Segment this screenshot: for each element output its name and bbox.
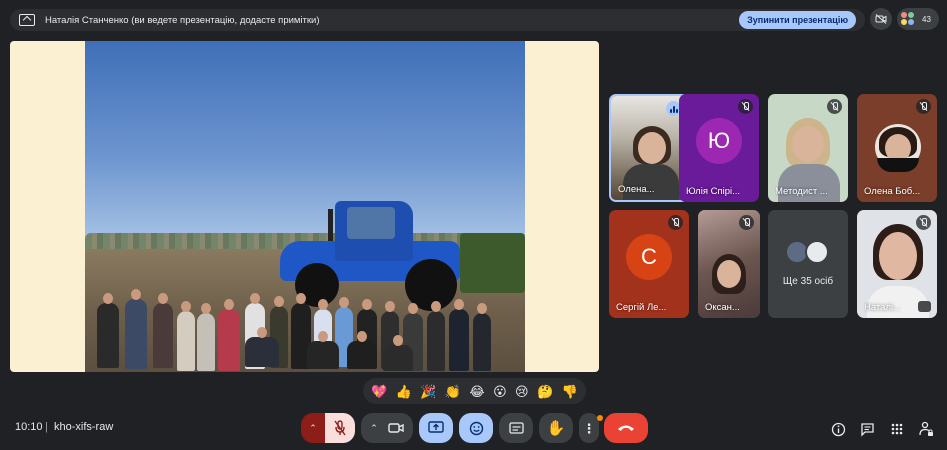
more-options-button[interactable]: ⋮ — [579, 413, 599, 443]
group-of-people — [85, 41, 525, 372]
participant-tile[interactable]: Методист ... — [768, 94, 848, 202]
camera-icon — [388, 423, 404, 433]
reaction-surprised[interactable]: 😮 — [493, 385, 507, 398]
meeting-details-button[interactable] — [829, 420, 847, 438]
participant-tile[interactable]: Оксан... — [698, 210, 760, 318]
present-icon — [19, 14, 35, 26]
meeting-time: 10:10 — [15, 421, 43, 433]
reaction-thinking[interactable]: 🤔 — [537, 385, 553, 398]
presenting-banner-text: Наталія Станченко (ви ведете презентацію… — [45, 14, 320, 26]
meeting-code: kho-xifs-raw — [54, 421, 114, 433]
mic-off-icon — [738, 99, 753, 114]
presentation-stage: ✎ ▲ ⤢ — [10, 41, 599, 372]
reaction-heart[interactable]: 💖 — [371, 385, 387, 398]
camera-off-icon — [870, 8, 892, 30]
present-now-button[interactable] — [419, 413, 453, 443]
participant-name: Наталі... — [864, 302, 902, 313]
captions-icon — [508, 422, 524, 434]
camera-button[interactable]: ⌃ — [361, 413, 413, 443]
raise-hand-icon: ✋ — [546, 419, 566, 437]
more-participants-tile[interactable]: Ще 35 осіб — [768, 210, 848, 318]
reaction-laugh[interactable]: 😂 — [470, 385, 485, 398]
mic-off-icon — [916, 215, 931, 230]
reaction-party[interactable]: 🎉 — [420, 385, 436, 398]
mic-off-icon — [739, 215, 754, 230]
leave-call-button[interactable] — [604, 413, 648, 443]
participants-avatars-icon — [901, 12, 915, 26]
hide-self-view-button[interactable] — [870, 8, 892, 30]
mic-off-icon — [334, 420, 346, 436]
host-controls-button[interactable] — [917, 420, 935, 438]
emoji-icon — [469, 421, 483, 435]
participant-name: Методист ... — [775, 186, 828, 197]
participant-name: Юлія Спірі... — [686, 186, 741, 197]
participant-name: Олена Боб... — [864, 186, 921, 197]
more-vert-icon: ⋮ — [582, 420, 596, 436]
participant-tile[interactable]: Наталі... — [857, 210, 937, 318]
activities-button[interactable] — [888, 420, 906, 438]
stop-presenting-button[interactable]: Зупинити презентацію — [739, 11, 856, 29]
presenting-banner: Наталія Станченко (ви ведете презентацію… — [10, 9, 865, 31]
slide-photo — [85, 41, 525, 372]
end-call-icon — [618, 425, 634, 431]
participant-name: Сергій Ле... — [616, 302, 667, 313]
captions-button[interactable] — [499, 413, 533, 443]
avatar: Ю — [696, 118, 742, 164]
host-controls-icon — [918, 421, 933, 436]
participant-tile[interactable]: Ю Юлія Спірі... — [679, 94, 759, 202]
separator: | — [45, 421, 48, 433]
activities-icon — [891, 423, 903, 435]
participant-tile[interactable]: Олена Боб... — [857, 94, 937, 202]
reaction-thumbs-up[interactable]: 👍 — [396, 385, 412, 398]
more-participants-label: Ще 35 осіб — [782, 276, 834, 287]
participants-button[interactable]: 43 — [897, 8, 939, 30]
chat-icon — [860, 422, 874, 437]
present-icon — [428, 421, 444, 433]
audio-options-button[interactable]: ⌃ — [301, 413, 325, 443]
raise-hand-button[interactable]: ✋ — [539, 413, 573, 443]
reactions-bar: 💖 👍 🎉 👏 😂 😮 😢 🤔 👎 — [363, 378, 586, 404]
participant-count: 43 — [922, 14, 931, 24]
chevron-up-icon: ⌃ — [309, 422, 317, 433]
reaction-clap[interactable]: 👏 — [445, 385, 461, 398]
pin-icon — [918, 301, 931, 312]
avatar: С — [626, 234, 672, 280]
reaction-thumbs-down[interactable]: 👎 — [562, 385, 578, 398]
reactions-button[interactable] — [459, 413, 493, 443]
reaction-sad[interactable]: 😢 — [515, 385, 529, 398]
participant-name: Олена... — [618, 184, 655, 195]
chevron-up-icon: ⌃ — [370, 422, 378, 433]
more-participants-avatars — [785, 240, 829, 264]
mic-off-icon — [827, 99, 842, 114]
participant-tile[interactable]: С Сергій Ле... — [609, 210, 689, 318]
mic-off-icon — [916, 99, 931, 114]
meet-window: Наталія Станченко (ви ведете презентацію… — [0, 0, 947, 450]
info-icon — [831, 422, 845, 436]
microphone-button[interactable] — [325, 413, 355, 443]
participant-name: Оксан... — [705, 302, 740, 313]
mic-off-icon — [668, 215, 683, 230]
notification-dot — [597, 415, 603, 421]
chat-button[interactable] — [858, 420, 876, 438]
participant-tile[interactable]: Олена... — [609, 94, 689, 202]
